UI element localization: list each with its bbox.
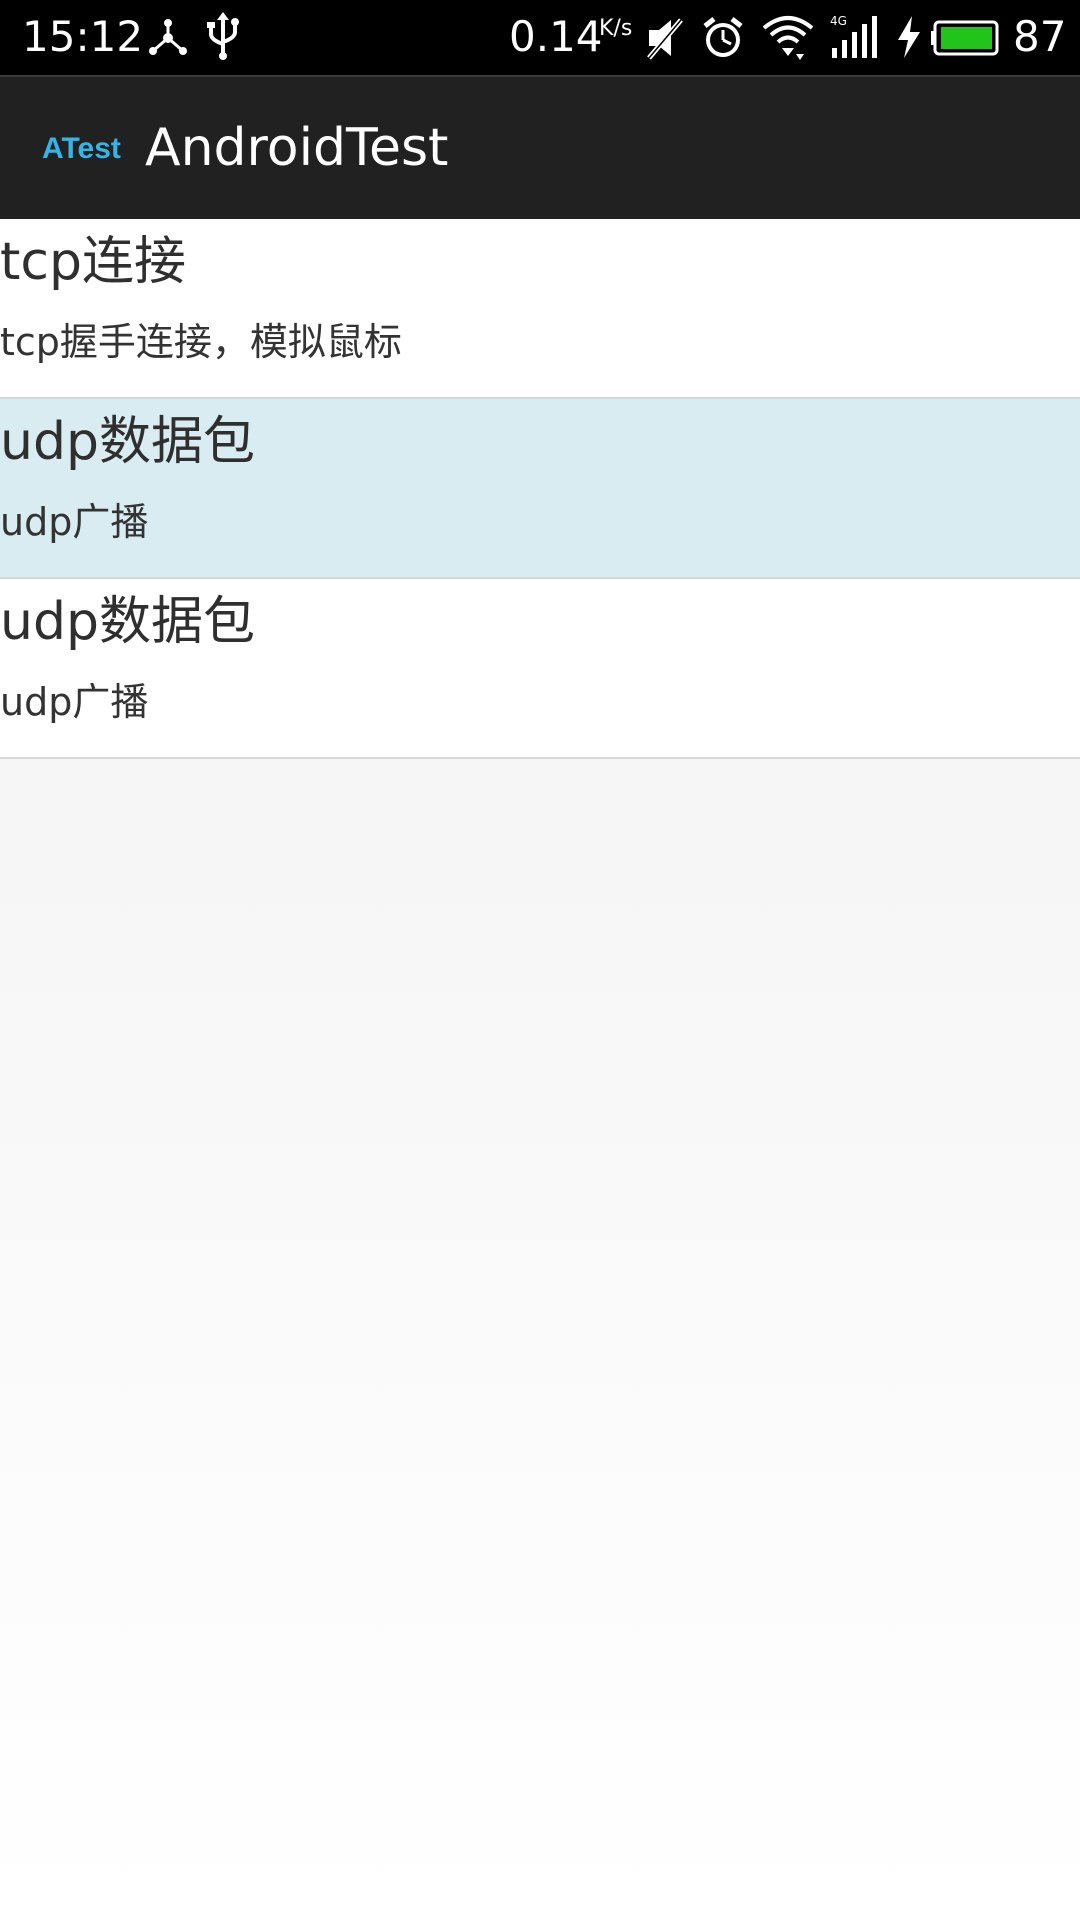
wifi-icon [762,14,814,64]
battery-icon [931,20,1001,60]
signal-4g-icon: 4G [828,14,884,64]
network-speed-unit: K/s [599,16,633,41]
list-item[interactable]: tcp连接 tcp握手连接，模拟鼠标 [0,219,1080,399]
mute-icon [645,16,685,64]
list-item[interactable]: udp数据包 udp广播 [0,399,1080,579]
list-item-subtitle: udp广播 [0,680,149,724]
action-bar: ATest AndroidTest [0,75,1080,219]
list-item-subtitle: udp广播 [0,500,149,544]
list-item[interactable]: udp数据包 udp广播 [0,579,1080,759]
battery-level: 87 [1013,12,1067,61]
status-bar: 15:12 0.14 K/s 4G 87 [0,0,1080,75]
svg-text:4G: 4G [830,14,847,28]
network-speed: 0.14 [509,12,603,61]
app-title: AndroidTest [145,118,449,178]
charging-icon [896,16,922,62]
list-item-subtitle: tcp握手连接，模拟鼠标 [0,320,402,364]
alarm-icon [702,16,744,64]
list-item-title: tcp连接 [0,232,186,292]
option-list: tcp连接 tcp握手连接，模拟鼠标 udp数据包 udp广播 udp数据包 u… [0,219,1080,759]
list-item-title: udp数据包 [0,412,255,472]
share-icon [147,18,189,62]
list-item-title: udp数据包 [0,592,255,652]
usb-icon [206,12,240,64]
status-time: 15:12 [22,12,144,61]
app-logo[interactable]: ATest [42,132,121,166]
